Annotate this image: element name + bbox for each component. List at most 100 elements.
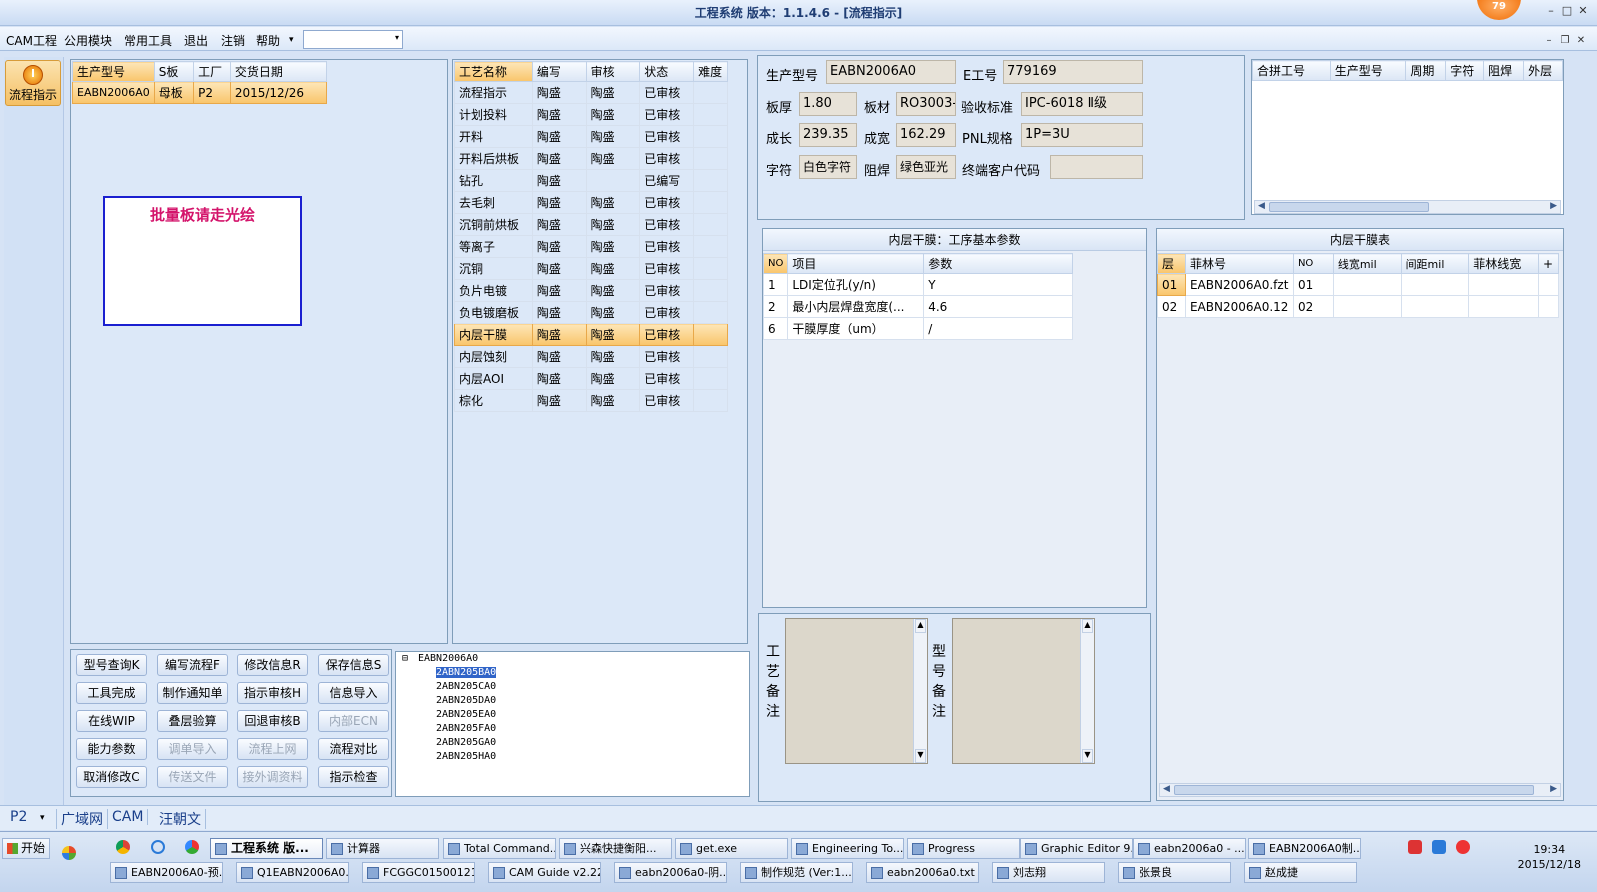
task-get-exe[interactable]: get.exe (675, 838, 788, 859)
table-row[interactable]: 棕化 陶盛 陶盛 已审核 (454, 389, 728, 412)
tree-node[interactable]: 2ABN205HA0 (436, 750, 496, 763)
col-no[interactable]: NO (762, 253, 789, 274)
menu-help[interactable]: 帮助 (256, 32, 280, 49)
task-cam-guide[interactable]: CAM Guide v2.22 (488, 862, 601, 883)
col-delivery-date[interactable]: 交货日期 (229, 61, 328, 82)
col-cycle[interactable]: 周期 (1405, 60, 1447, 81)
legend-field[interactable]: 白色字符 (799, 155, 857, 179)
cancel-modify-button[interactable]: 取消修改C (76, 766, 147, 788)
table-row[interactable]: 流程指示 陶盛 陶盛 已审核 (454, 81, 728, 104)
online-wip-button[interactable]: 在线WIP (76, 710, 147, 732)
table-row[interactable]: 沉铜前烘板 陶盛 陶盛 已审核 (454, 213, 728, 236)
pnl-field[interactable]: 1P=3U (1021, 123, 1143, 147)
col-outer[interactable]: 外层 (1523, 60, 1563, 81)
scroll-thumb[interactable] (1174, 785, 1534, 795)
tray-icon[interactable] (1432, 840, 1446, 854)
task-eabn-neg[interactable]: eabn2006a0-阴... (614, 862, 727, 883)
table-row[interactable]: 1 LDI定位孔(y/n) Y (762, 273, 1073, 296)
width-field[interactable]: 162.29 (896, 123, 956, 147)
film-hscroll[interactable]: ◀ ▶ (1159, 783, 1561, 797)
col-combine-no[interactable]: 合拼工号 (1252, 60, 1331, 81)
col-prod-model[interactable]: 生产型号 (1329, 60, 1407, 81)
app-icon[interactable] (185, 840, 199, 854)
menu-logout[interactable]: 注销 (221, 32, 245, 49)
table-row[interactable]: 2 最小内层焊盘宽度(... 4.6 (762, 295, 1073, 318)
tray-icon[interactable] (1456, 840, 1470, 854)
model-remark-vscroll[interactable]: ▲ ▼ (1080, 619, 1094, 763)
table-row-selected[interactable]: 内层干膜 陶盛 陶盛 已审核 (454, 323, 728, 346)
import-order-button[interactable]: 调单导入 (157, 738, 228, 760)
chevron-down-icon[interactable]: ▾ (40, 813, 45, 823)
accept-field[interactable]: IPC-6018 Ⅱ级 (1021, 92, 1143, 116)
task-progress[interactable]: Progress (907, 838, 1020, 859)
tree-node[interactable]: 2ABN205CA0 (436, 680, 496, 693)
task-eabn-txt[interactable]: eabn2006a0.txt -... (866, 862, 979, 883)
scroll-up-icon[interactable]: ▲ (915, 619, 926, 633)
stackup-check-button[interactable]: 叠层验算 (157, 710, 228, 732)
scroll-right-icon[interactable]: ▶ (1550, 784, 1557, 794)
scroll-left-icon[interactable]: ◀ (1163, 784, 1170, 794)
task-engineering-system[interactable]: 工程系统 版... (210, 838, 323, 859)
ie-icon[interactable] (151, 840, 165, 854)
revert-review-button[interactable]: 回退审核B (237, 710, 308, 732)
col-s-board[interactable]: S板 (153, 61, 195, 82)
task-graphic-editor[interactable]: Graphic Editor 9... (1020, 838, 1133, 859)
table-row[interactable]: 内层AOI 陶盛 陶盛 已审核 (454, 367, 728, 390)
check-instruction-button[interactable]: 指示检查 (318, 766, 389, 788)
table-row[interactable]: EABN2006A0 母板 P2 2015/12/26 (72, 81, 328, 104)
model-query-button[interactable]: 型号查询K (76, 654, 147, 676)
table-row[interactable]: 内层蚀刻 陶盛 陶盛 已审核 (454, 345, 728, 368)
tree-node[interactable]: 2ABN205EA0 (436, 708, 496, 721)
menu-combo[interactable]: ▾ (303, 30, 403, 49)
combine-hscroll[interactable]: ◀ ▶ (1254, 200, 1561, 214)
task-q1eabn[interactable]: Q1EABN2006A0... (236, 862, 349, 883)
col-author[interactable]: 编写 (531, 61, 587, 82)
col-item[interactable]: 项目 (787, 253, 925, 274)
clock[interactable]: 19:34 2015/12/18 (1518, 842, 1581, 872)
task-chat-1[interactable]: 刘志翔 (992, 862, 1105, 883)
scroll-right-icon[interactable]: ▶ (1550, 201, 1557, 211)
start-button[interactable]: 开始 (2, 838, 50, 859)
browser-icon[interactable] (116, 840, 130, 854)
col-difficulty[interactable]: 难度 (693, 61, 728, 82)
flow-upload-button[interactable]: 流程上网 (237, 738, 308, 760)
save-info-button[interactable]: 保存信息S (318, 654, 389, 676)
task-eabn-pre[interactable]: EABN2006A0-预... (110, 862, 223, 883)
mdi-minimize-icon[interactable]: – (1541, 35, 1557, 46)
scroll-down-icon[interactable]: ▼ (915, 749, 926, 763)
tree-node[interactable]: 2ABN205BA0 (436, 666, 497, 679)
task-company-site[interactable]: 兴森快捷衡阳... (559, 838, 672, 859)
table-row[interactable]: 等离子 陶盛 陶盛 已审核 (454, 235, 728, 258)
col-line-width[interactable]: 线宽mil (1332, 253, 1402, 274)
tree-root[interactable]: EABN2006A0 (418, 653, 478, 664)
make-notice-button[interactable]: 制作通知单 (157, 682, 228, 704)
col-factory[interactable]: 工厂 (193, 61, 231, 82)
process-remark-box[interactable]: ▲ ▼ (785, 618, 928, 764)
chevron-down-icon[interactable]: ▾ (289, 35, 294, 45)
status-tab-cam[interactable]: CAM (108, 809, 149, 825)
quick-launch-icon[interactable] (62, 846, 76, 860)
task-chat-2[interactable]: 张景良 (1118, 862, 1231, 883)
minimize-icon[interactable]: – (1543, 4, 1559, 17)
material-field[interactable]: RO3003- (896, 92, 956, 116)
prod-model-field[interactable]: EABN2006A0 (826, 60, 956, 84)
scroll-left-icon[interactable]: ◀ (1258, 201, 1265, 211)
edit-flow-button[interactable]: 编写流程F (157, 654, 228, 676)
col-legend[interactable]: 字符 (1445, 60, 1485, 81)
tree-node[interactable]: 2ABN205GA0 (436, 736, 496, 749)
table-row[interactable]: 计划投料 陶盛 陶盛 已审核 (454, 103, 728, 126)
internal-ecn-button[interactable]: 内部ECN (318, 710, 389, 732)
table-row[interactable]: 负片电镀 陶盛 陶盛 已审核 (454, 279, 728, 302)
model-remark-box[interactable]: ▲ ▼ (952, 618, 1095, 764)
scroll-down-icon[interactable]: ▼ (1082, 749, 1093, 763)
menu-exit[interactable]: 退出 (184, 32, 208, 49)
table-row[interactable]: 沉铜 陶盛 陶盛 已审核 (454, 257, 728, 280)
close-icon[interactable]: ✕ (1575, 4, 1591, 17)
col-status[interactable]: 状态 (639, 61, 695, 82)
import-info-button[interactable]: 信息导入 (318, 682, 389, 704)
send-file-button[interactable]: 传送文件 (157, 766, 228, 788)
col-prod-model[interactable]: 生产型号 (72, 61, 155, 82)
table-row[interactable]: 6 干膜厚度（um） / (762, 317, 1073, 340)
menu-common-tools[interactable]: 常用工具 (124, 32, 172, 49)
status-tab-p2[interactable]: P2 (6, 809, 31, 825)
